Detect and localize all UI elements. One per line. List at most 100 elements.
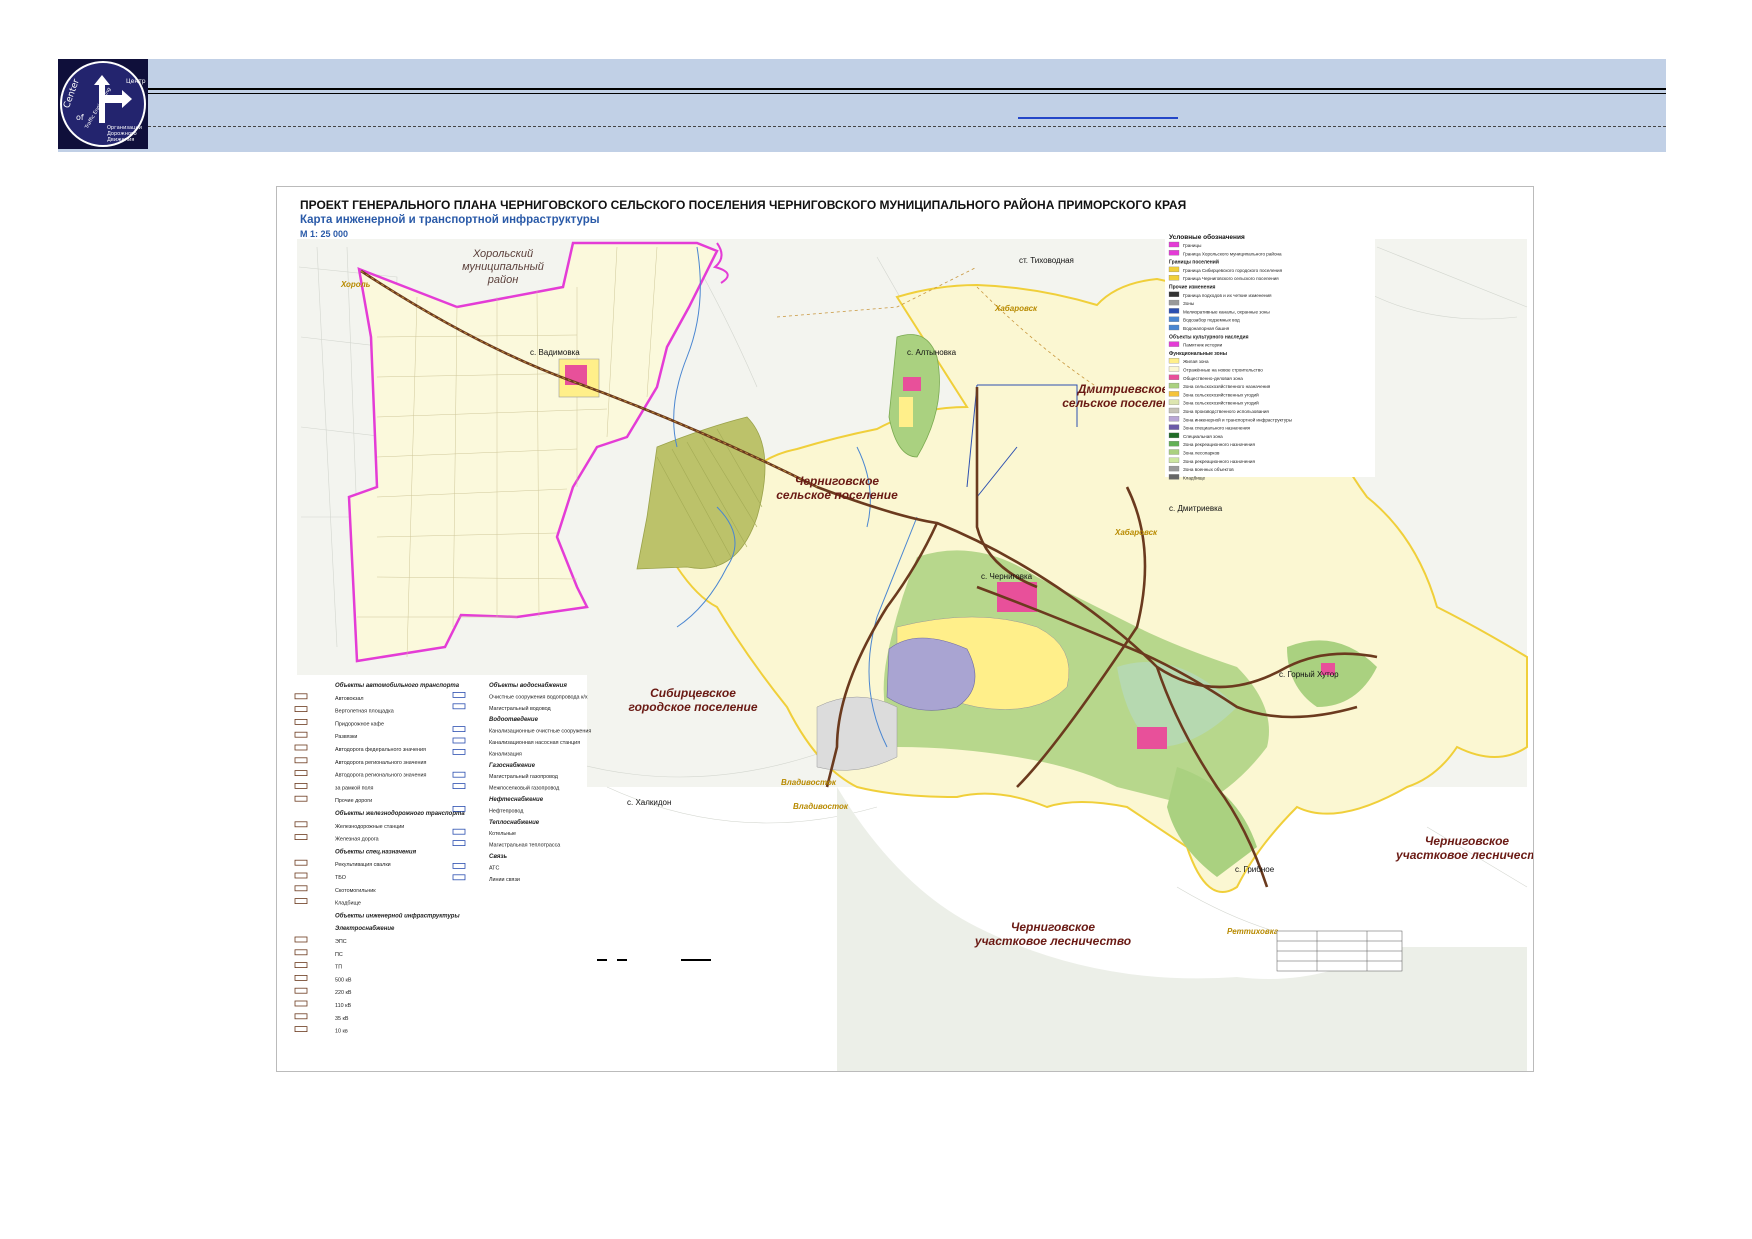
legend-left-item: Вертолетная площадка xyxy=(335,709,394,715)
label-tikhovodnaya: ст. Тиховодная xyxy=(1019,256,1074,265)
logo-text-of: of xyxy=(76,113,84,122)
label-chernigovka: с. Черниговка xyxy=(981,572,1033,581)
legend-right-item: Зона сельскохозяйственных угодий xyxy=(1183,391,1259,397)
legend-left-item: за рамкой поля xyxy=(335,784,374,791)
legend-right-swatch xyxy=(1168,441,1180,447)
legend-left-item: Автодорога регионального значения xyxy=(335,773,426,779)
lesn1-region-label: Черниговское участковое лесничество xyxy=(974,920,1131,948)
legend-left-item: Объекты спец.назначения xyxy=(335,848,417,855)
legend-right-swatch xyxy=(1168,424,1180,430)
altynovka-public-zone xyxy=(903,377,921,391)
center-logo[interactable]: Центр Center of Traffic Engineering Орга… xyxy=(58,59,148,149)
legend-left-item: Теплоснабжение xyxy=(489,819,540,826)
legend-left-item: Канализационная насосная станция xyxy=(489,740,580,746)
legend-left-item: Канализация xyxy=(489,751,522,757)
legend-right-item: Границы поселений xyxy=(1169,259,1219,266)
legend-right-item: Зона инженерной и транспортной инфрастру… xyxy=(1183,416,1292,422)
legend-right-swatch xyxy=(1168,432,1180,439)
header-rule-thin xyxy=(148,93,1666,94)
legend-left-item: Газоснабжение xyxy=(489,762,536,769)
svg-text:Хорольский: Хорольский xyxy=(472,248,533,260)
logo-circle: Центр Center of Traffic Engineering Орга… xyxy=(60,61,146,147)
legend-right-swatch xyxy=(1168,291,1180,297)
legend-left-item: ПС xyxy=(335,952,343,958)
label-gorny: с. Горный Хутор xyxy=(1279,670,1339,679)
legend-left-item: Магистральный газопровод xyxy=(489,773,559,780)
legend-left-item: Развязки xyxy=(335,734,357,740)
header-link-underline[interactable] xyxy=(1018,117,1178,119)
svg-text:сельское поселение: сельское поселение xyxy=(776,488,898,502)
header-rule-top xyxy=(148,88,1666,90)
legend-right-item: Жилая зона xyxy=(1183,359,1209,364)
legend-left-item: Очистные сооружения водопровода к/х xyxy=(489,694,588,700)
legend-right-item: Границы xyxy=(1183,243,1201,248)
legend-right-item: Граница подходов и их четкие изменения xyxy=(1183,293,1272,298)
legend-right-swatch xyxy=(1168,266,1180,273)
legend-right-swatch xyxy=(1168,366,1180,372)
legend-left-item: 220 кВ xyxy=(335,990,352,996)
legend-right-swatch xyxy=(1168,316,1180,322)
svg-text:Черниговское: Черниговское xyxy=(1425,834,1510,848)
map-figure[interactable]: ПРОЕКТ ГЕНЕРАЛЬНОГО ПЛАНА ЧЕРНИГОВСКОГО … xyxy=(276,186,1534,1072)
legend-right-item: Граница Хорольского муниципального район… xyxy=(1183,250,1282,256)
legend-right-item: Мелиоративные каналы, охранные зоны xyxy=(1183,309,1270,314)
legend-right-swatch xyxy=(1168,308,1180,314)
legend-left-item: Автовокзал xyxy=(335,696,364,702)
grey-zone xyxy=(816,696,898,771)
legend-right-item: Зона военных объектов xyxy=(1183,467,1234,472)
legend-right-item: Зона рекреационного назначения xyxy=(1183,442,1255,447)
legend-right-swatch xyxy=(1168,449,1180,455)
legend-left-item: Линии связи xyxy=(489,877,520,883)
legend-right-swatch xyxy=(1168,324,1180,331)
label-altynovka: с. Алтыновка xyxy=(907,348,957,357)
legend-left-item: Объекты водоснабжения xyxy=(489,682,567,689)
legend-left-item: Автодорога федерального значения xyxy=(335,747,426,753)
svg-text:Дмитриевское: Дмитриевское xyxy=(1077,382,1169,396)
legend-right-swatch xyxy=(1168,241,1180,248)
legend-left-item: Автодорога регионального значения xyxy=(335,760,426,766)
legend-left-item: Рекультивация свалки xyxy=(335,862,391,868)
legend-left-item: Магистральный водовод xyxy=(489,705,552,712)
logo-text-centr: Центр xyxy=(126,78,146,85)
legend-right-swatch xyxy=(1168,250,1180,256)
legend-right-swatch xyxy=(1168,358,1180,364)
header-dashed-rule xyxy=(148,126,1666,127)
legend-right-item: Кладбище xyxy=(1183,475,1206,480)
legend-right-item: Зона производственного использования xyxy=(1183,409,1269,414)
legend-left-item: Железнодорожные станции xyxy=(335,824,404,830)
legend-left-item: Объекты инженерной инфраструктуры xyxy=(335,912,460,919)
legend-right-item: Общественно-деловая зона xyxy=(1183,376,1243,381)
legend-left-item: 500 кВ xyxy=(335,977,352,983)
legend-right-item: Зона рекреационного назначения xyxy=(1183,459,1255,464)
label-gribnoe: с. Грибное xyxy=(1235,865,1275,874)
legend-left-item: ЭПС xyxy=(335,939,347,945)
legend-right-item: Зона сельскохозяйственного назначения xyxy=(1183,383,1271,389)
title-block xyxy=(1276,930,1403,972)
legend-left-item: Нефтеснабжение xyxy=(489,796,544,803)
svg-text:Владивосток: Владивосток xyxy=(793,802,849,811)
lesn2-region-label: Черниговское участковое лесничест xyxy=(1395,834,1533,862)
legend-right-item: Зоны xyxy=(1183,301,1194,306)
industrial-zone xyxy=(886,637,976,711)
legend-right-item: Объекты культурного наследия xyxy=(1169,333,1249,340)
legend-left-item: Кладбище xyxy=(335,901,361,907)
legend-right-item: Водонапорная башня xyxy=(1183,326,1230,331)
legend-right-swatch xyxy=(1168,374,1180,380)
label-khalkidon: с. Халкидон xyxy=(627,798,671,807)
svg-text:муниципальный: муниципальный xyxy=(462,261,544,273)
legend-left-item: Электроснабжение xyxy=(335,925,395,932)
legend-right-item: Зона лесопарков xyxy=(1183,451,1220,456)
legend-left-item: Скотомогильник xyxy=(335,888,376,894)
svg-text:Реттиховка: Реттиховка xyxy=(1227,927,1279,936)
legend-right-swatch xyxy=(1168,391,1180,397)
legend-right-item: Зона специального назначения xyxy=(1183,426,1251,431)
svg-text:Черниговское: Черниговское xyxy=(1011,920,1096,934)
legend-left-item: Межпоселковый газопровод xyxy=(489,785,560,792)
legend-left-item: Котельные xyxy=(489,831,516,837)
legend-right-item: Прочие изменения xyxy=(1169,285,1216,291)
scale-bar xyxy=(597,959,711,961)
map-canvas: Хорольский муниципальный район Дмитриевс… xyxy=(277,227,1533,1071)
legend-left-item: ТП xyxy=(335,965,342,971)
legend-left-item: ТБО xyxy=(335,875,346,881)
legend-right-swatch xyxy=(1168,341,1180,347)
